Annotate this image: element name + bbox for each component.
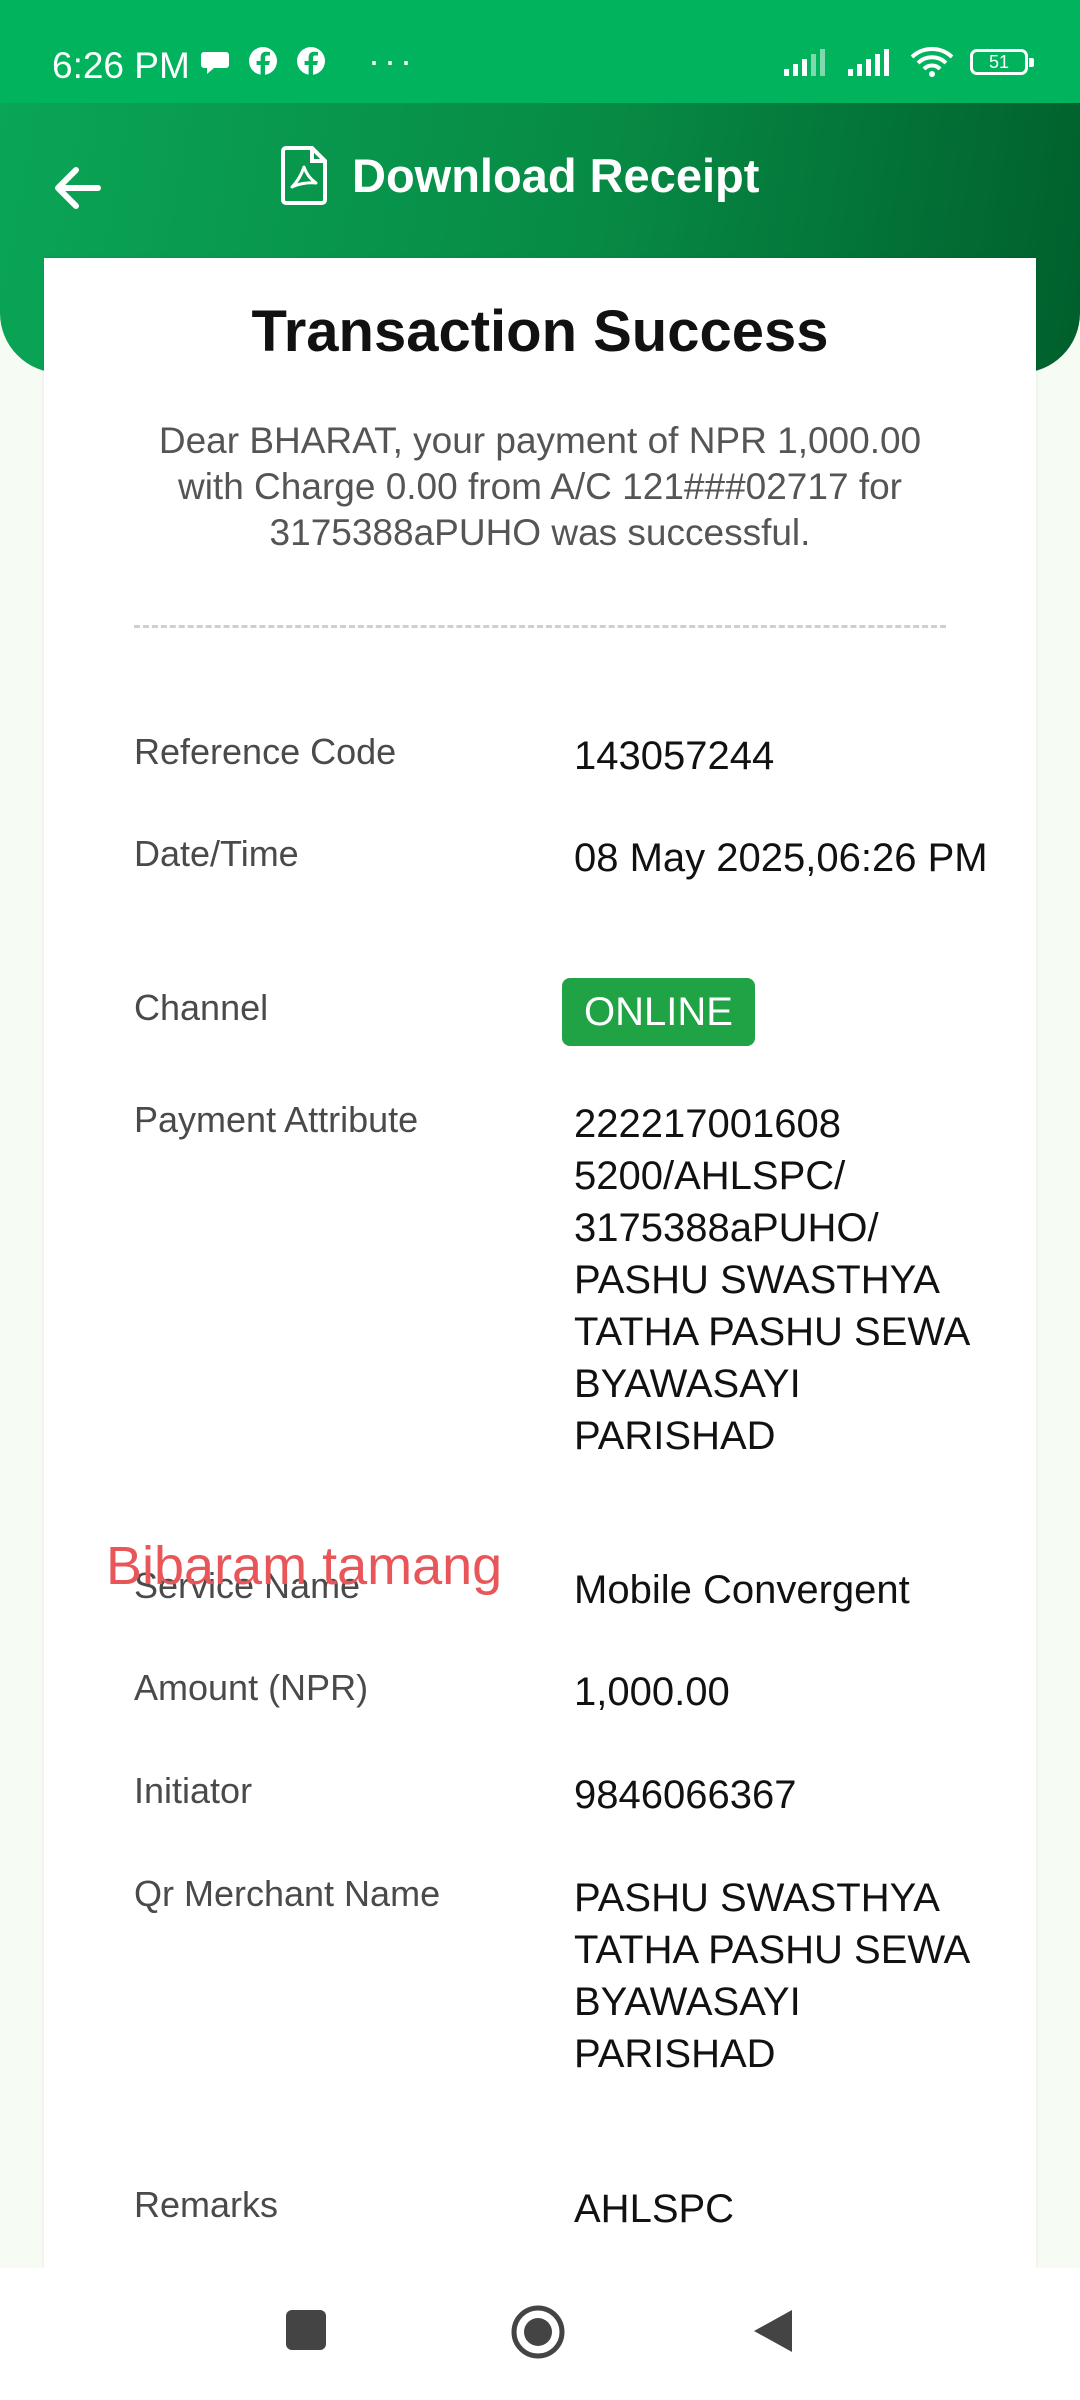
status-time: 6:26 PM <box>52 45 190 86</box>
notification-icons: ··· <box>200 40 416 81</box>
transaction-title: Transaction Success <box>251 299 829 364</box>
detail-value: 143057244 <box>574 734 775 778</box>
detail-label: Date/Time <box>134 833 299 874</box>
detail-value: AHLSPC <box>574 2187 735 2231</box>
detail-value: PASHU SWASTHYA TATHA PASHU SEWA BYAWASAY… <box>574 1876 969 2076</box>
detail-value: Mobile Convergent <box>574 1568 910 1612</box>
signal-icon <box>784 49 825 76</box>
recent-apps-button[interactable] <box>284 2308 328 2352</box>
facebook-icon <box>249 47 277 75</box>
channel-badge: ONLINE <box>562 978 755 1046</box>
detail-label: Initiator <box>134 1770 253 1811</box>
detail-label: Remarks <box>134 2184 279 2225</box>
status-bar: 6:26 PM ··· 51 <box>0 0 1080 103</box>
transaction-message: Dear BHARAT, your payment of NPR 1,000.0… <box>158 420 922 553</box>
system-icons: 51 <box>782 46 1034 78</box>
wifi-icon <box>910 47 954 77</box>
back-arrow-icon[interactable] <box>42 153 112 223</box>
detail-value: 08 May 2025,06:26 PM <box>574 836 988 880</box>
detail-label: Payment Attribute <box>134 1099 419 1140</box>
detail-label: Reference Code <box>134 731 397 772</box>
home-button[interactable] <box>510 2304 566 2360</box>
detail-value: 9846066367 <box>574 1773 797 1817</box>
download-receipt-button[interactable]: Download Receipt <box>280 145 759 205</box>
receipt-card: Transaction Success Dear BHARAT, your pa… <box>44 258 1036 2268</box>
back-button[interactable] <box>752 2308 794 2354</box>
battery-icon: 51 <box>970 49 1034 75</box>
more-notifications: ··· <box>368 40 416 81</box>
detail-label: Amount (NPR) <box>134 1667 369 1708</box>
channel-value: ONLINE <box>562 978 994 1046</box>
name-watermark: Bibaram tamang <box>106 1536 503 1596</box>
detail-value: 1,000.00 <box>574 1670 730 1714</box>
signal-icon <box>848 49 889 76</box>
system-nav-bar <box>0 2268 1080 2400</box>
detail-label: Qr Merchant Name <box>134 1873 441 1914</box>
header-title: Download Receipt <box>352 148 760 202</box>
detail-label: Channel <box>134 987 269 1028</box>
pdf-file-icon <box>281 146 327 205</box>
detail-value: 222217001608 5200/AHLSPC/ 3175388aPUHO/ … <box>574 1102 969 1458</box>
facebook-icon <box>297 47 325 75</box>
chat-bubble-icon <box>201 52 229 74</box>
dashed-divider <box>134 625 946 628</box>
